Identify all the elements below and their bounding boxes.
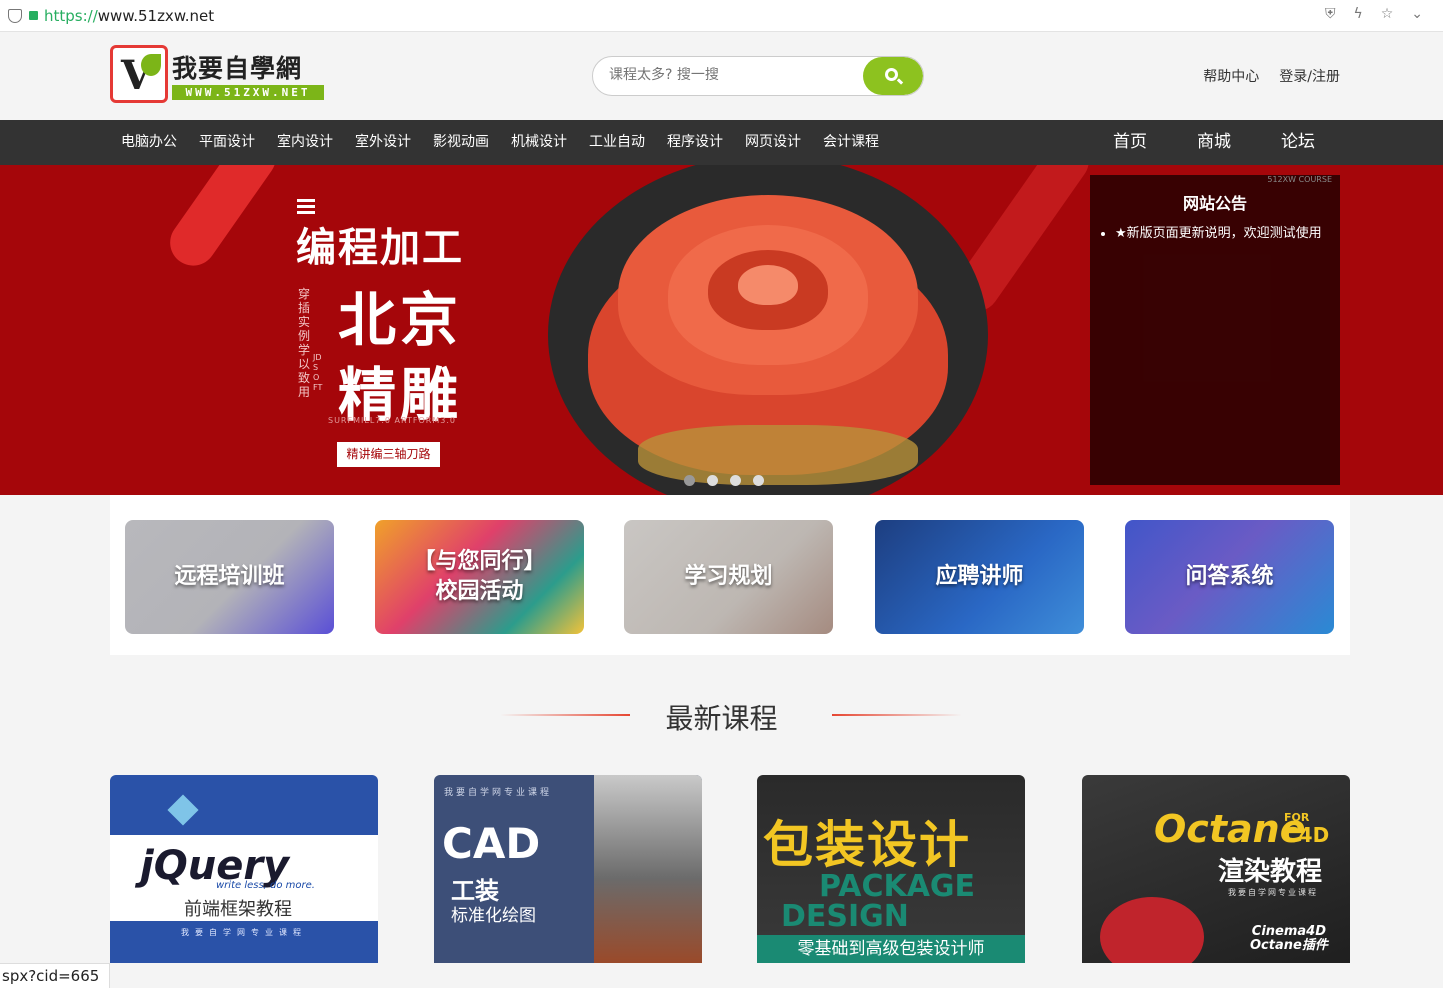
nav-category[interactable]: 网页设计 — [734, 120, 812, 165]
banner-software: SURFMILL7.0 ARTFORM3.0 — [328, 416, 456, 425]
carousel-dots — [684, 475, 764, 486]
course-card-cad[interactable]: 我要自学网专业课程 CAD 工装 标准化绘图 — [434, 775, 702, 963]
course-en-2: DESIGN — [781, 899, 909, 934]
help-center-link[interactable]: 帮助中心 — [1203, 66, 1259, 86]
browser-actions: ⛨ ϟ ☆ ⌄ — [1325, 6, 1423, 22]
course-photo — [594, 775, 702, 963]
course-name: 前端框架教程 — [184, 899, 292, 920]
login-register-link[interactable]: 登录/注册 — [1279, 66, 1340, 86]
site-logo[interactable]: V 我要自學網 WWW.51ZXW.NET — [110, 45, 325, 105]
course-header: 我要自学网专业课程 — [444, 788, 553, 798]
quick-card-remote-training[interactable]: 远程培训班 — [125, 520, 334, 634]
course-brand: CAD — [442, 819, 541, 868]
banner-cta-button[interactable]: 精讲编三轴刀路 — [337, 442, 440, 467]
security-shield-icon[interactable]: ⛨ — [1325, 6, 1336, 22]
logo-mark: V — [110, 45, 168, 103]
nav-category[interactable]: 平面设计 — [188, 120, 266, 165]
quick-card-study-plan[interactable]: 学习规划 — [624, 520, 833, 634]
nav-category[interactable]: 室内设计 — [266, 120, 344, 165]
course-brand: 包装设计 — [763, 816, 971, 874]
course-tagline: 零基础到高级包装设计师 — [757, 935, 1025, 963]
course-card-jquery[interactable]: jQuery write less, do more. 前端框架教程 我要自学网… — [110, 775, 378, 963]
course-name: 渲染教程 — [1218, 857, 1323, 887]
banner-vertical-text: 穿插实例 学以致用 — [298, 287, 311, 399]
course-footer: 我要自学网专业课程 — [181, 928, 307, 937]
course-header: 我要自学网专业课程 — [1228, 888, 1318, 897]
search-icon — [885, 68, 898, 81]
nav-home[interactable]: 首页 — [1088, 120, 1172, 165]
nav-category[interactable]: 会计课程 — [812, 120, 890, 165]
course-plugin: Cinema4D Octane插件 — [1250, 924, 1328, 953]
nav-mall[interactable]: 商城 — [1172, 120, 1256, 165]
main-nav: 电脑办公 平面设计 室内设计 室外设计 影视动画 机械设计 工业自动 程序设计 … — [0, 120, 1443, 165]
nav-category[interactable]: 机械设计 — [500, 120, 578, 165]
notice-tag: 512XW COURSE — [1267, 175, 1332, 184]
notice-title: 网站公告 — [1182, 194, 1247, 213]
carousel-dot[interactable] — [684, 475, 695, 486]
banner-title: 编程加工 — [296, 225, 464, 271]
course-slogan: write less, do more. — [216, 880, 315, 891]
search-input[interactable] — [609, 67, 849, 83]
cube-icon — [167, 794, 199, 826]
carousel-dot[interactable] — [730, 475, 741, 486]
category-nav: 电脑办公 平面设计 室内设计 室外设计 影视动画 机械设计 工业自动 程序设计 … — [110, 120, 890, 165]
course-card-octane[interactable]: Octane FOR C4D 渲染教程 我要自学网专业课程 Cinema4D Oc… — [1082, 775, 1350, 963]
nav-forum[interactable]: 论坛 — [1256, 120, 1340, 165]
course-subname: 标准化绘图 — [451, 906, 536, 926]
notice-item[interactable]: ★新版页面更新说明，欢迎测试使用 — [1115, 222, 1340, 241]
hero-banner[interactable]: 编程加工 穿插实例 学以致用 JDSOFT 北京 精雕 SURFMILL7.0 … — [0, 165, 1443, 495]
header-links: 帮助中心 登录/注册 — [1203, 66, 1340, 86]
quick-card-campus[interactable]: 【与您同行】 校园活动 — [375, 520, 584, 634]
quick-links: 远程培训班 【与您同行】 校园活动 学习规划 应聘讲师 问答系统 — [110, 495, 1350, 655]
nav-category[interactable]: 室外设计 — [344, 120, 422, 165]
quick-card-qa[interactable]: 问答系统 — [1125, 520, 1334, 634]
banner-carving-image — [548, 165, 988, 495]
carousel-dot[interactable] — [753, 475, 764, 486]
logo-domain: WWW.51ZXW.NET — [172, 85, 324, 100]
url-field[interactable]: https://www.51zxw.net — [44, 7, 214, 25]
browser-address-bar: https://www.51zxw.net ⛨ ϟ ☆ ⌄ — [0, 0, 1443, 32]
course-c4d: C4D — [1284, 823, 1330, 847]
nav-category[interactable]: 工业自动 — [578, 120, 656, 165]
section-title: 最新课程 — [665, 702, 778, 735]
banner-vertical-brand: JDSOFT — [313, 353, 323, 392]
lock-icon — [29, 11, 38, 20]
status-bar-url: spx?cid=665 — [0, 963, 110, 988]
logo-name: 我要自學網 — [172, 54, 303, 83]
lightning-icon[interactable]: ϟ — [1353, 6, 1362, 22]
primary-nav: 首页 商城 论坛 — [1088, 120, 1340, 165]
carousel-dot[interactable] — [707, 475, 718, 486]
site-header: V 我要自學網 WWW.51ZXW.NET 帮助中心 登录/注册 — [0, 33, 1443, 120]
chevron-down-icon[interactable]: ⌄ — [1411, 6, 1423, 22]
star-icon[interactable]: ☆ — [1381, 6, 1394, 22]
course-brand: Octane — [1154, 807, 1306, 851]
banner-city: 北京 — [338, 286, 463, 354]
mouse-render-image — [1100, 897, 1204, 963]
section-divider — [832, 714, 962, 716]
search-box — [592, 56, 924, 96]
nav-category[interactable]: 影视动画 — [422, 120, 500, 165]
nav-category[interactable]: 电脑办公 — [110, 120, 188, 165]
search-button[interactable] — [863, 57, 923, 95]
nav-category[interactable]: 程序设计 — [656, 120, 734, 165]
notice-panel: 512XW COURSE 网站公告 ★新版页面更新说明，欢迎测试使用 — [1090, 175, 1340, 485]
course-card-package-design[interactable]: 包装设计 PACKAGE DESIGN 零基础到高级包装设计师 — [757, 775, 1025, 963]
quick-card-lecturer[interactable]: 应聘讲师 — [875, 520, 1084, 634]
shield-icon[interactable] — [8, 8, 22, 23]
